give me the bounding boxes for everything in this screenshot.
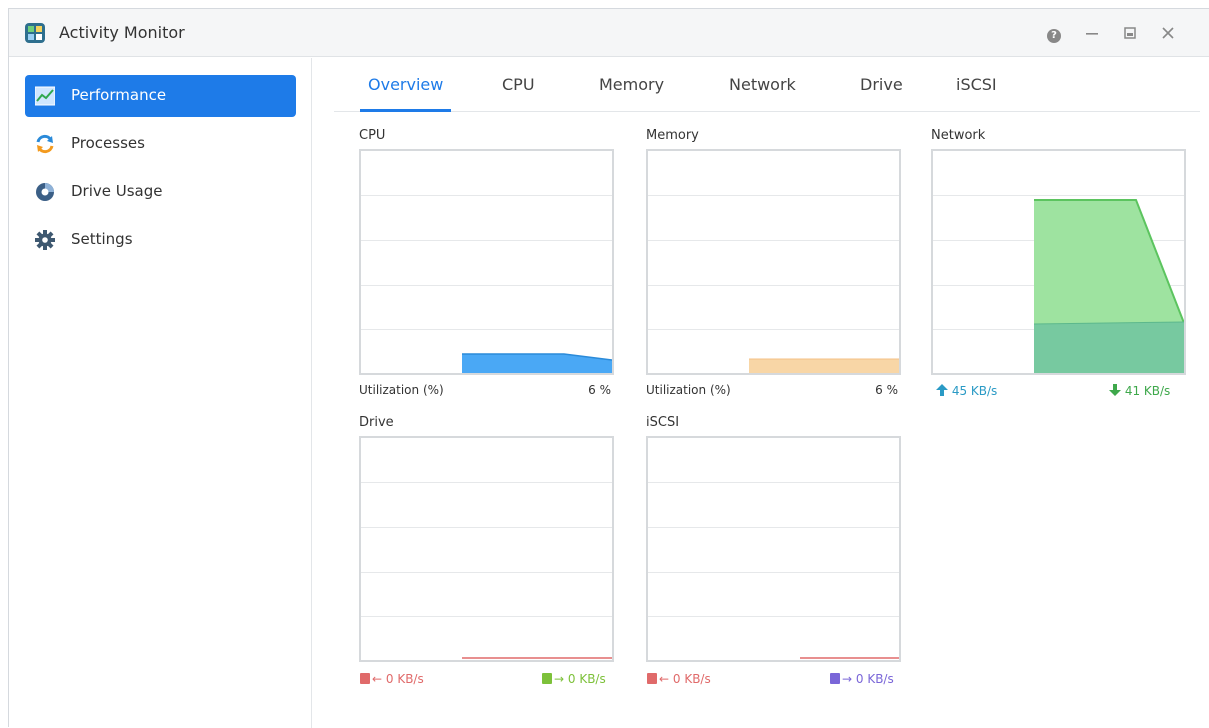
network-download: 41 KB/s xyxy=(1109,384,1170,398)
upload-arrow-icon xyxy=(936,384,948,396)
network-upload: 45 KB/s xyxy=(936,384,997,398)
drive-read-value: 0 KB/s xyxy=(385,672,424,686)
sidebar-item-processes[interactable]: Processes xyxy=(25,123,296,165)
drive-write-icon xyxy=(542,673,552,684)
iscsi-graph[interactable] xyxy=(646,436,901,662)
minimize-button[interactable] xyxy=(1082,23,1102,43)
memory-utilization-area xyxy=(749,358,899,373)
drive-write: → 0 KB/s xyxy=(542,672,606,686)
close-button[interactable] xyxy=(1158,23,1178,43)
drive-write-value: 0 KB/s xyxy=(567,672,606,686)
iscsi-write: → 0 KB/s xyxy=(830,672,894,686)
download-arrow-icon xyxy=(1109,384,1121,396)
tab-iscsi[interactable]: iSCSI xyxy=(956,75,997,112)
iscsi-write-icon xyxy=(830,673,840,684)
window-title: Activity Monitor xyxy=(59,23,185,42)
close-icon xyxy=(1162,27,1174,39)
sidebar-item-label: Settings xyxy=(71,230,133,248)
tab-network[interactable]: Network xyxy=(729,75,796,112)
cpu-panel-title: CPU xyxy=(359,128,386,143)
sidebar-item-label: Processes xyxy=(71,134,145,152)
performance-chart-icon xyxy=(35,86,55,106)
iscsi-read: ← 0 KB/s xyxy=(647,672,711,686)
tab-cpu[interactable]: CPU xyxy=(502,75,535,112)
drive-read: ← 0 KB/s xyxy=(360,672,424,686)
tab-drive[interactable]: Drive xyxy=(860,75,903,112)
activity-monitor-window: Activity Monitor ? Performance Processes… xyxy=(8,8,1209,728)
cpu-utilization-value: 6 % xyxy=(588,383,611,397)
maximize-button[interactable] xyxy=(1120,23,1140,43)
memory-graph[interactable] xyxy=(646,149,901,375)
drive-graph[interactable] xyxy=(359,436,614,662)
memory-utilization-label: Utilization (%) xyxy=(646,383,731,397)
activity-monitor-app-icon xyxy=(25,23,45,43)
iscsi-read-value: 0 KB/s xyxy=(672,672,711,686)
iscsi-panel-title: iSCSI xyxy=(646,415,680,430)
gear-icon xyxy=(35,230,55,250)
processes-icon xyxy=(36,134,54,154)
network-panel-title: Network xyxy=(931,128,986,143)
iscsi-activity-line xyxy=(800,657,899,659)
network-traffic-area xyxy=(1033,199,1184,373)
sidebar-item-drive-usage[interactable]: Drive Usage xyxy=(25,171,296,213)
drive-panel-title: Drive xyxy=(359,415,394,430)
help-button[interactable]: ? xyxy=(1044,23,1064,43)
iscsi-read-icon xyxy=(647,673,657,684)
sidebar-item-label: Drive Usage xyxy=(71,182,163,200)
sidebar: Performance Processes Drive Usage Settin… xyxy=(9,58,312,728)
sidebar-item-settings[interactable]: Settings xyxy=(25,219,296,261)
drive-activity-line xyxy=(462,657,612,659)
cpu-utilization-area xyxy=(462,353,612,373)
title-bar: Activity Monitor ? xyxy=(9,9,1209,57)
tab-overview[interactable]: Overview xyxy=(359,75,452,112)
sidebar-item-performance[interactable]: Performance xyxy=(25,75,296,117)
cpu-graph[interactable] xyxy=(359,149,614,375)
memory-panel-title: Memory xyxy=(646,128,699,143)
network-download-value: 41 KB/s xyxy=(1124,384,1171,398)
maximize-icon xyxy=(1124,27,1136,39)
minimize-icon xyxy=(1086,33,1098,35)
cpu-utilization-label: Utilization (%) xyxy=(359,383,444,397)
drive-usage-icon xyxy=(36,183,54,201)
sidebar-item-label: Performance xyxy=(71,86,167,104)
iscsi-write-value: 0 KB/s xyxy=(855,672,894,686)
memory-utilization-value: 6 % xyxy=(875,383,898,397)
tab-bar: Overview CPU Memory Network Drive iSCSI xyxy=(334,58,1200,112)
network-upload-value: 45 KB/s xyxy=(951,384,998,398)
drive-read-icon xyxy=(360,673,370,684)
tab-memory[interactable]: Memory xyxy=(599,75,664,112)
network-graph[interactable] xyxy=(931,149,1186,375)
help-icon: ? xyxy=(1047,29,1061,43)
